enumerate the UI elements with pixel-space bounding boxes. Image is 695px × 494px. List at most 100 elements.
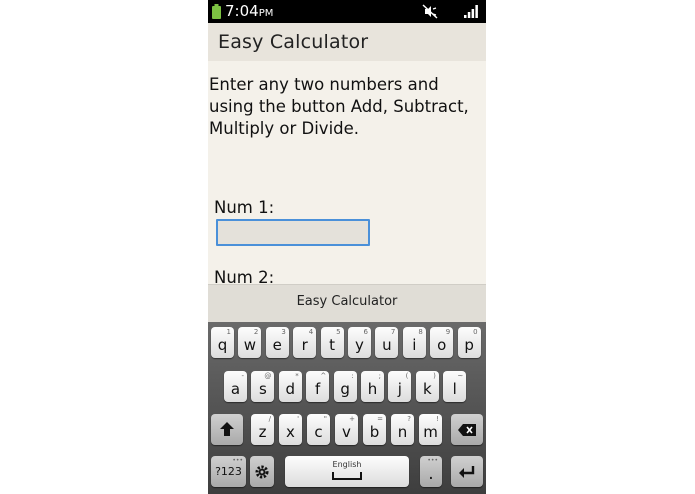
period-key[interactable]: ••• . bbox=[420, 456, 442, 487]
key-label: a bbox=[230, 380, 241, 398]
backspace-icon bbox=[458, 424, 476, 436]
space-key[interactable]: English bbox=[285, 456, 409, 487]
suggestion-item[interactable]: Easy Calculator bbox=[297, 294, 398, 309]
key-alt-label: : bbox=[351, 372, 354, 380]
enter-key[interactable] bbox=[451, 456, 483, 487]
settings-key[interactable] bbox=[250, 456, 274, 487]
key-label: b bbox=[369, 423, 380, 441]
suggestion-bar[interactable]: Easy Calculator bbox=[208, 284, 486, 322]
phone-screen: 7:04PM Easy Calculator Enter any two num… bbox=[208, 0, 486, 494]
key-alt-label: ? bbox=[407, 415, 411, 423]
key-v[interactable]: + v bbox=[335, 414, 358, 445]
key-alt-label: ; bbox=[378, 372, 381, 380]
key-w[interactable]: 2w bbox=[238, 327, 262, 358]
enter-icon bbox=[459, 466, 475, 478]
shift-key[interactable] bbox=[211, 414, 243, 445]
key-l[interactable]: ~ l bbox=[443, 371, 467, 402]
key-h[interactable]: ; h bbox=[361, 371, 384, 402]
key-label: f bbox=[315, 380, 321, 398]
key-label: c bbox=[314, 423, 323, 441]
key-x[interactable]: ' x bbox=[279, 414, 302, 445]
key-r[interactable]: 4r bbox=[293, 327, 317, 358]
key-label: p bbox=[464, 336, 474, 354]
key-o[interactable]: 9o bbox=[430, 327, 454, 358]
shift-arrow-icon bbox=[220, 422, 234, 436]
key-label: u bbox=[382, 336, 392, 354]
key-f[interactable]: ^ f bbox=[306, 371, 330, 402]
key-alt-label: ' bbox=[297, 415, 299, 423]
key-label: y bbox=[355, 336, 364, 354]
key-label: e bbox=[272, 336, 282, 354]
key-alt-label: @ bbox=[264, 372, 272, 380]
key-i[interactable]: 8i bbox=[402, 327, 426, 358]
action-bar: Easy Calculator bbox=[208, 23, 486, 61]
key-label: g bbox=[340, 380, 350, 398]
status-time: 7:04PM bbox=[225, 2, 274, 20]
key-alt-label: ( bbox=[405, 372, 409, 380]
key-label: n bbox=[397, 423, 408, 441]
key-d[interactable]: * d bbox=[278, 371, 302, 402]
key-s[interactable]: @ s bbox=[251, 371, 275, 402]
key-label: q bbox=[217, 336, 228, 354]
key-k[interactable]: ) k bbox=[415, 371, 439, 402]
key-g[interactable]: :g bbox=[333, 371, 357, 402]
key-alt-label: ! bbox=[436, 415, 439, 423]
app-title: Easy Calculator bbox=[218, 31, 369, 53]
gear-icon bbox=[255, 465, 269, 479]
key-label: t bbox=[329, 336, 336, 354]
key-m[interactable]: ! m bbox=[419, 414, 442, 445]
key-alt-label: 4 bbox=[308, 328, 314, 336]
key-alt-label: " bbox=[323, 415, 327, 423]
num1-label: Num 1: bbox=[214, 198, 275, 217]
key-z[interactable]: / z bbox=[251, 414, 274, 445]
key-label: z bbox=[258, 423, 267, 441]
status-bar: 7:04PM bbox=[208, 0, 486, 23]
num1-input[interactable] bbox=[216, 219, 370, 246]
key-c[interactable]: " c bbox=[307, 414, 330, 445]
keyboard: 1q2w3e4r5t6y7u8i9o0p - a @ s * d ^ f: g; h(j) k ~ l … bbox=[208, 322, 486, 494]
key-q[interactable]: 1q bbox=[211, 327, 234, 358]
key-alt-label: ~ bbox=[457, 372, 464, 380]
key-alt-label: 2 bbox=[253, 328, 259, 336]
key-alt-label: 5 bbox=[336, 328, 341, 336]
key-u[interactable]: 7u bbox=[375, 327, 399, 358]
key-alt-label: * bbox=[295, 372, 299, 380]
key-alt-label: 3 bbox=[281, 328, 286, 336]
key-alt-label: 7 bbox=[390, 328, 396, 336]
key-j[interactable]: (j bbox=[388, 371, 412, 402]
space-language-label: English bbox=[332, 460, 362, 469]
key-alt-label: 8 bbox=[418, 328, 423, 336]
key-alt-label: = bbox=[377, 415, 383, 423]
key-label: m bbox=[423, 423, 438, 441]
key-p[interactable]: 0p bbox=[457, 327, 481, 358]
backspace-key[interactable] bbox=[451, 414, 483, 445]
key-label: x bbox=[286, 423, 295, 441]
key-t[interactable]: 5t bbox=[320, 327, 344, 358]
key-label: o bbox=[437, 336, 447, 354]
signal-icon bbox=[464, 5, 478, 18]
key-a[interactable]: -a bbox=[224, 371, 247, 402]
key-label: s bbox=[258, 380, 267, 398]
key-label: l bbox=[452, 380, 457, 398]
space-bar-icon bbox=[332, 472, 362, 480]
key-alt-label: ) bbox=[433, 372, 436, 380]
key-b[interactable]: = b bbox=[363, 414, 386, 445]
symbols-key[interactable]: ••• ?123 bbox=[211, 456, 246, 487]
key-alt-label: 1 bbox=[226, 328, 231, 336]
key-y[interactable]: 6y bbox=[348, 327, 371, 358]
mute-icon bbox=[422, 4, 438, 19]
key-e[interactable]: 3e bbox=[265, 327, 289, 358]
key-label: k bbox=[422, 380, 432, 398]
key-alt-label: ^ bbox=[320, 372, 327, 380]
key-alt-label: / bbox=[268, 415, 271, 423]
key-alt-label: 0 bbox=[473, 328, 478, 336]
key-label: r bbox=[301, 336, 308, 354]
key-alt-label: + bbox=[349, 415, 355, 423]
key-alt-label: 9 bbox=[445, 328, 451, 336]
key-label: v bbox=[342, 423, 351, 441]
key-label: w bbox=[243, 336, 257, 354]
key-label: d bbox=[285, 380, 296, 398]
key-label: i bbox=[412, 336, 417, 354]
key-n[interactable]: ? n bbox=[391, 414, 414, 445]
key-alt-label: - bbox=[241, 372, 244, 380]
